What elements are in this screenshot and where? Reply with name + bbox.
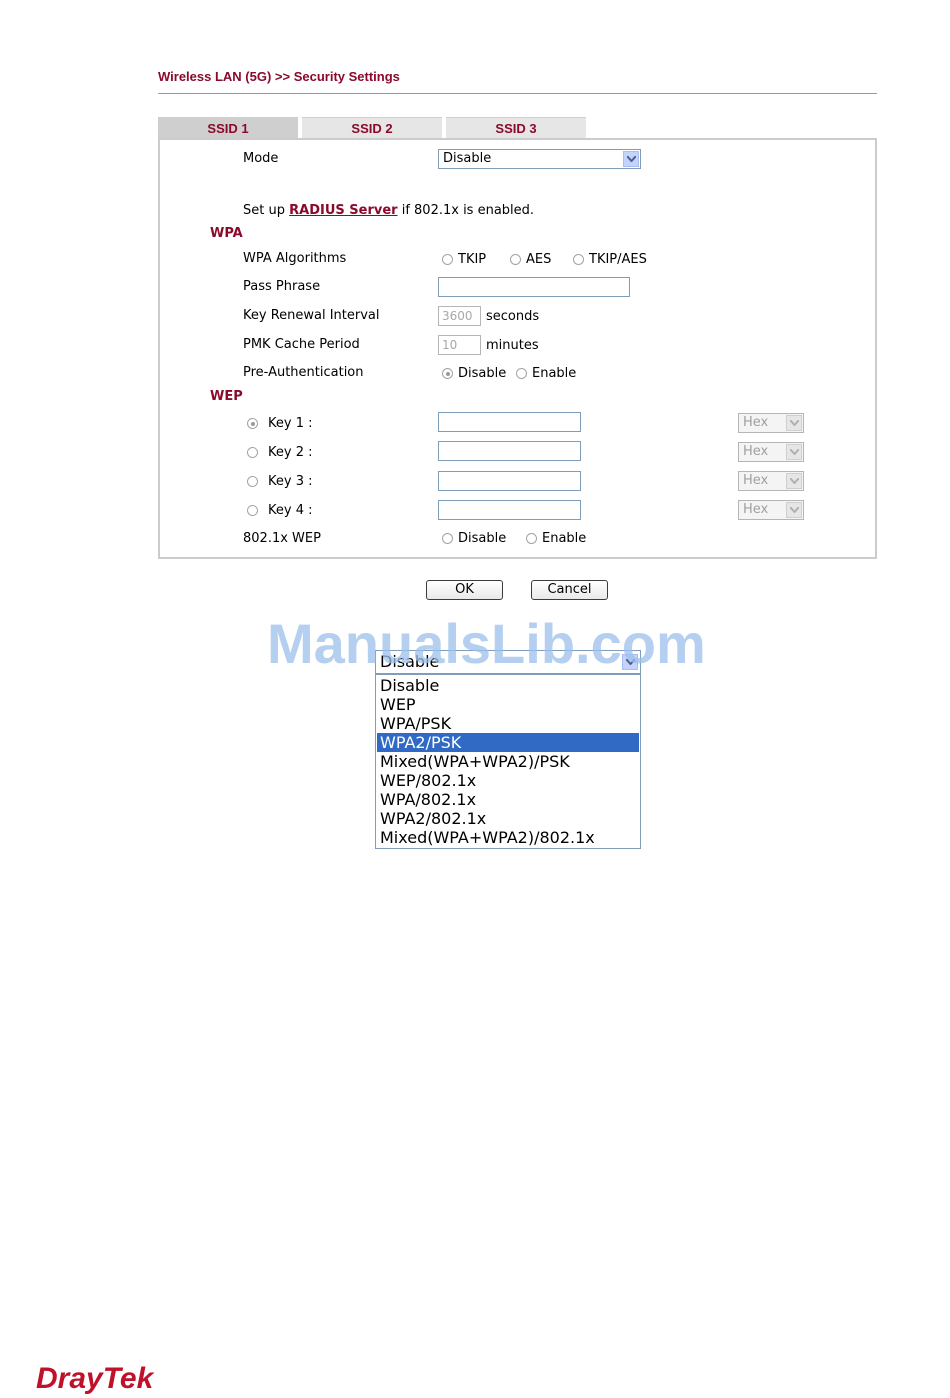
wpa-algorithms-label: WPA Algorithms [243, 251, 347, 266]
key-2-label: Key 2 : [268, 445, 313, 460]
tkip-radio[interactable] [442, 254, 453, 265]
draytek-logo: DrayTek [36, 1362, 154, 1395]
key-4-format-value: Hex [743, 502, 769, 517]
wep-section-title: WEP [210, 389, 243, 404]
chevron-down-icon [786, 502, 802, 518]
key-renewal-input[interactable]: 3600 [438, 306, 481, 326]
pmk-cache-unit: minutes [486, 338, 539, 353]
pmk-cache-label: PMK Cache Period [243, 337, 360, 352]
radius-server-link[interactable]: RADIUS Server [289, 203, 397, 218]
radius-note: Set up RADIUS Server if 802.1x is enable… [243, 203, 534, 218]
aes-label: AES [526, 252, 552, 267]
key-2-input[interactable] [438, 441, 581, 461]
watermark: ManualsLib.com [267, 612, 706, 675]
wep8021x-disable-label: Disable [458, 531, 507, 546]
title-divider [158, 93, 877, 94]
key-3-radio[interactable] [247, 476, 258, 487]
key-4-format-select[interactable]: Hex [738, 500, 804, 520]
tkip-label: TKIP [458, 252, 487, 267]
pmk-cache-input[interactable]: 10 [438, 335, 481, 355]
mode-select[interactable]: Disable [438, 149, 641, 169]
dropdown-option-wep-8021x[interactable]: WEP/802.1x [377, 771, 639, 790]
pass-phrase-input[interactable] [438, 277, 630, 297]
preauth-disable-label: Disable [458, 366, 507, 381]
chevron-down-icon [786, 473, 802, 489]
chevron-down-icon [786, 415, 802, 431]
preauth-enable-label: Enable [532, 366, 577, 381]
key-renewal-label: Key Renewal Interval [243, 308, 380, 323]
mode-select-value: Disable [443, 151, 492, 166]
chevron-down-icon [786, 444, 802, 460]
dropdown-option-mixed-psk[interactable]: Mixed(WPA+WPA2)/PSK [377, 752, 639, 771]
key-3-label: Key 3 : [268, 474, 313, 489]
ok-button[interactable]: OK [426, 580, 503, 600]
pass-phrase-label: Pass Phrase [243, 279, 321, 294]
radius-suffix: if 802.1x is enabled. [401, 203, 535, 218]
key-4-label: Key 4 : [268, 503, 313, 518]
dropdown-option-wpa-psk[interactable]: WPA/PSK [377, 714, 639, 733]
key-3-format-select[interactable]: Hex [738, 471, 804, 491]
dropdown-option-mixed-8021x[interactable]: Mixed(WPA+WPA2)/802.1x [377, 828, 639, 847]
chevron-down-icon [623, 151, 639, 167]
tkip-aes-label: TKIP/AES [589, 252, 647, 267]
radius-prefix: Set up [243, 203, 285, 218]
tkip-aes-radio[interactable] [573, 254, 584, 265]
key-1-input[interactable] [438, 412, 581, 432]
key-2-format-select[interactable]: Hex [738, 442, 804, 462]
wep8021x-label: 802.1x WEP [243, 531, 321, 546]
key-1-radio[interactable] [247, 418, 258, 429]
key-1-label: Key 1 : [268, 416, 313, 431]
preauth-label: Pre-Authentication [243, 365, 364, 380]
dropdown-option-wpa-8021x[interactable]: WPA/802.1x [377, 790, 639, 809]
wpa-section-title: WPA [210, 226, 243, 241]
key-2-format-value: Hex [743, 444, 769, 459]
key-4-input[interactable] [438, 500, 581, 520]
dropdown-option-wpa2-8021x[interactable]: WPA2/802.1x [377, 809, 639, 828]
cancel-button[interactable]: Cancel [531, 580, 608, 600]
key-4-radio[interactable] [247, 505, 258, 516]
wep8021x-enable-radio[interactable] [526, 533, 537, 544]
tab-ssid-2[interactable]: SSID 2 [302, 117, 442, 139]
tab-ssid-1[interactable]: SSID 1 [158, 117, 298, 139]
key-1-format-value: Hex [743, 415, 769, 430]
mode-dropdown-list: Disable WEP WPA/PSK WPA2/PSK Mixed(WPA+W… [375, 674, 641, 849]
mode-label: Mode [243, 151, 279, 166]
key-3-format-value: Hex [743, 473, 769, 488]
preauth-disable-radio[interactable] [442, 368, 453, 379]
key-1-format-select[interactable]: Hex [738, 413, 804, 433]
key-renewal-unit: seconds [486, 309, 540, 324]
preauth-enable-radio[interactable] [516, 368, 527, 379]
key-2-radio[interactable] [247, 447, 258, 458]
wep8021x-enable-label: Enable [542, 531, 587, 546]
wep8021x-disable-radio[interactable] [442, 533, 453, 544]
page-title: Wireless LAN (5G) >> Security Settings [158, 69, 400, 84]
dropdown-option-disable[interactable]: Disable [377, 676, 639, 695]
dropdown-option-wpa2-psk[interactable]: WPA2/PSK [377, 733, 639, 752]
dropdown-option-wep[interactable]: WEP [377, 695, 639, 714]
key-3-input[interactable] [438, 471, 581, 491]
tab-ssid-3[interactable]: SSID 3 [446, 117, 586, 139]
aes-radio[interactable] [510, 254, 521, 265]
